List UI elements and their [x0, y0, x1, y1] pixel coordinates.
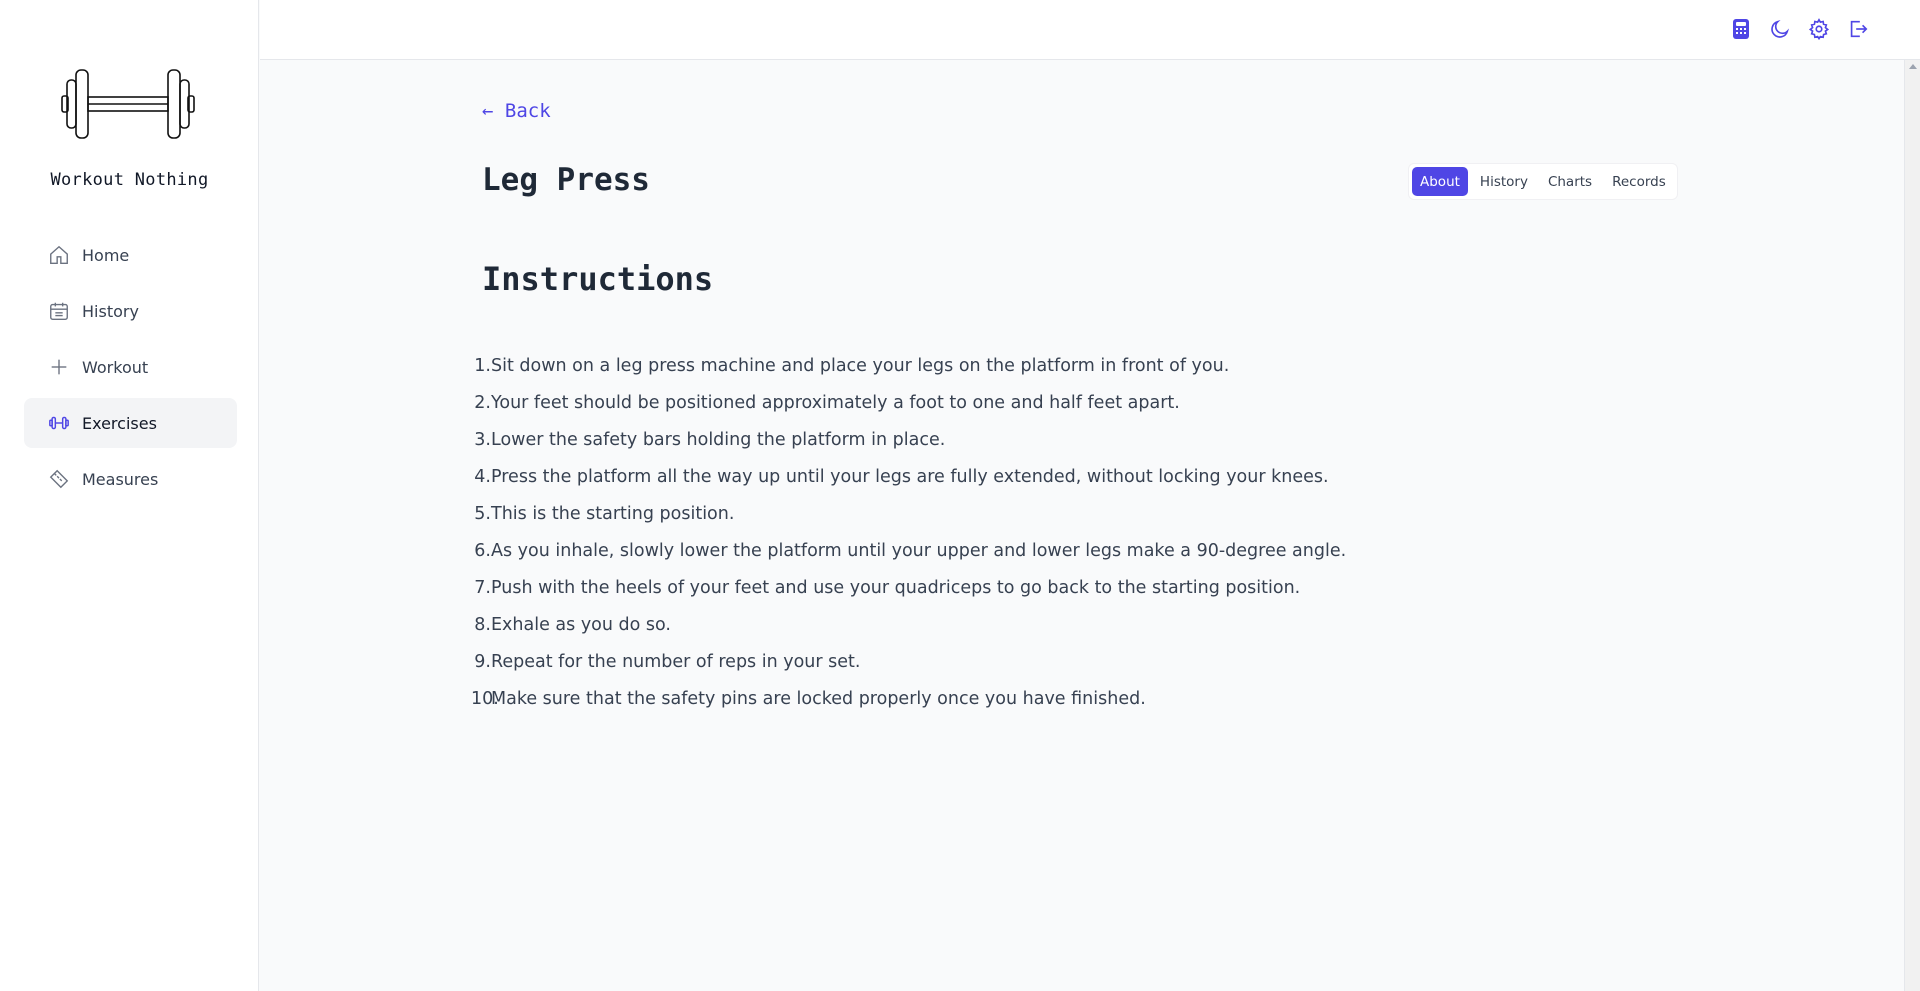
home-icon [48, 244, 70, 266]
sidebar-item-label: Workout [82, 357, 149, 377]
list-item: 4. Press the platform all the way up unti… [474, 458, 1346, 495]
list-number: 10. [471, 688, 499, 709]
list-number: 2. [474, 392, 491, 413]
list-number: 5. [474, 503, 491, 524]
list-number: 8. [474, 614, 491, 635]
list-text: Repeat for the number of reps in your se… [491, 651, 861, 672]
sidebar-item-label: Exercises [82, 413, 157, 433]
list-text: Lower the safety bars holding the platfo… [491, 429, 946, 450]
list-text: Your feet should be positioned approxima… [491, 392, 1180, 413]
list-item: 1. Sit down on a leg press machine and pl… [474, 347, 1346, 384]
list-text: Sit down on a leg press machine and plac… [491, 355, 1230, 376]
list-number: 7. [474, 577, 491, 598]
dumbbell-icon [48, 412, 70, 434]
sidebar-item-workout[interactable]: Workout [24, 342, 237, 392]
app-name: Workout Nothing [50, 170, 209, 190]
sidebar-item-history[interactable]: History [24, 286, 237, 336]
list-number: 1. [474, 355, 491, 376]
tab-charts[interactable]: Charts [1540, 167, 1600, 196]
page-title: Leg Press [482, 162, 650, 198]
page-scrollbar[interactable] [1904, 60, 1920, 991]
list-number: 6. [474, 540, 491, 561]
list-item: 6. As you inhale, slowly lower the platfo… [474, 532, 1347, 569]
logout-icon[interactable] [1845, 16, 1870, 41]
list-text: Make sure that the safety pins are locke… [491, 688, 1146, 709]
sidebar-item-label: Home [82, 245, 130, 265]
scroll-up-arrow-icon[interactable] [1909, 64, 1917, 69]
sidebar: Workout Nothing Home History Workout Exe… [0, 0, 259, 991]
dumbbell-logo[interactable] [60, 64, 196, 144]
list-item: 7. Push with the heels of your feet and u… [474, 569, 1346, 606]
list-item: 10. Make sure that the safety pins are lo… [471, 680, 1346, 717]
top-icon-group [1728, 16, 1870, 41]
list-item: 2. Your feet should be positioned approxi… [474, 384, 1346, 421]
list-item: 5. This is the starting position. [474, 495, 1346, 532]
sidebar-item-label: History [82, 301, 139, 321]
top-bar [260, 0, 1920, 60]
instructions-list: 1. Sit down on a leg press machine and pl… [471, 347, 1347, 717]
sidebar-item-label: Measures [82, 469, 159, 489]
plus-icon [48, 356, 70, 378]
tab-records[interactable]: Records [1604, 167, 1674, 196]
list-number: 9. [474, 651, 491, 672]
tab-history[interactable]: History [1472, 167, 1536, 196]
exercise-tabs: About History Charts Records [1408, 163, 1678, 200]
list-text: As you inhale, slowly lower the platform… [491, 540, 1347, 561]
sidebar-item-home[interactable]: Home [24, 230, 237, 280]
back-link[interactable]: ← Back [482, 100, 551, 122]
list-text: Exhale as you do so. [491, 614, 671, 635]
sidebar-item-exercises[interactable]: Exercises [24, 398, 237, 448]
list-item: 3. Lower the safety bars holding the plat… [474, 421, 1346, 458]
list-text: Push with the heels of your feet and use… [491, 577, 1301, 598]
list-item: 8. Exhale as you do so. [474, 606, 1346, 643]
list-item: 9. Repeat for the number of reps in your … [474, 643, 1346, 680]
gear-icon[interactable] [1806, 16, 1831, 41]
tab-about[interactable]: About [1412, 167, 1468, 196]
calendar-icon [48, 300, 70, 322]
list-number: 3. [474, 429, 491, 450]
list-text: Press the platform all the way up until … [491, 466, 1329, 487]
list-number: 4. [474, 466, 491, 487]
section-title-instructions: Instructions [482, 260, 714, 298]
ruler-icon [48, 468, 70, 490]
moon-icon[interactable] [1767, 16, 1792, 41]
list-text: This is the starting position. [491, 503, 735, 524]
sidebar-nav: Home History Workout Exercises Measures [24, 230, 237, 510]
sidebar-item-measures[interactable]: Measures [24, 454, 237, 504]
calculator-icon[interactable] [1728, 16, 1753, 41]
